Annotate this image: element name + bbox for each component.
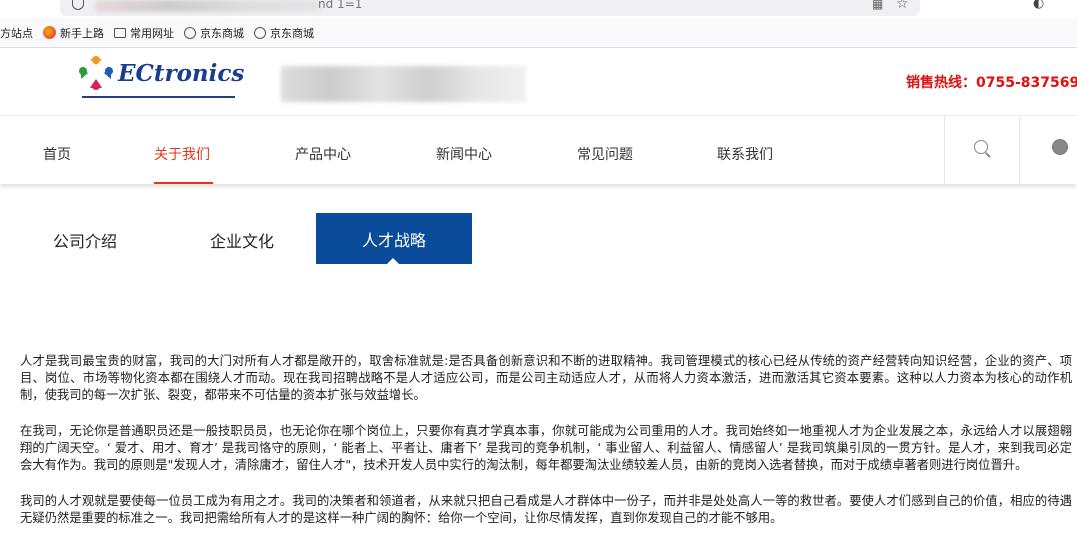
bookmark-item[interactable]: 常用网址 (114, 25, 174, 41)
extension-icon[interactable]: ◐ (1033, 0, 1044, 11)
bookmark-label: 京东商城 (200, 26, 244, 40)
tab-company-intro[interactable]: 公司介绍 (53, 228, 117, 252)
tab-talent-strategy[interactable]: 人才战略 (316, 213, 472, 265)
tab-label: 人才战略 (361, 230, 426, 250)
bookmark-label: 方站点 (0, 26, 33, 40)
bookmark-item[interactable]: 新手上路 (43, 25, 104, 41)
active-nav-indicator (154, 182, 213, 184)
bookmark-label: 京东商城 (270, 26, 314, 40)
divider (944, 116, 945, 185)
folder-icon (114, 27, 126, 38)
divider (1019, 116, 1020, 185)
qr-code-icon[interactable]: ▦ (872, 0, 883, 11)
bookmark-label: 常用网址 (130, 26, 174, 40)
paragraph: 我司的人才观就是要使每一位员工成为有用之才。我司的决策者和领道者，从来就只把自己… (20, 494, 1072, 525)
tab-corporate-culture[interactable]: 企业文化 (210, 228, 274, 252)
nav-faq[interactable]: 常见问题 (577, 144, 633, 164)
paragraph: 人才是我司最宝贵的财富，我司的大门对所有人才都是敞开的，取舍标准就是:是否具备创… (20, 354, 1072, 402)
sales-hotline: 销售热线：0755-837569 (906, 75, 1077, 91)
bookmark-item[interactable]: 方站点 (0, 25, 33, 41)
blurred-url (95, 0, 320, 12)
globe-icon (254, 26, 266, 39)
site-logo[interactable]: ECtronics (78, 55, 244, 91)
logo-underline (82, 96, 235, 98)
globe-language-icon[interactable] (1052, 139, 1068, 155)
article-content: 人才是我司最宝贵的财富，我司的大门对所有人才都是敞开的，取舍标准就是:是否具备创… (20, 353, 1072, 546)
nav-news[interactable]: 新闻中心 (436, 144, 492, 164)
globe-icon (184, 26, 196, 39)
paragraph: 在我司，无论你是普通职员还是一般技职员员，也无论你在哪个岗位上，只要你有真才学真… (20, 424, 1072, 472)
logo-mark-icon (79, 56, 113, 90)
nav-home[interactable]: 首页 (43, 144, 71, 164)
bookmark-star-icon[interactable]: ☆ (896, 0, 909, 12)
search-icon[interactable] (974, 140, 988, 154)
logo-text: ECtronics (118, 59, 245, 87)
bookmark-label: 新手上路 (60, 26, 104, 40)
bookmark-item[interactable]: 京东商城 (254, 25, 314, 41)
firefox-icon (43, 26, 56, 39)
bookmarks-bar: 方站点 新手上路 常用网址 京东商城 京东商城 (0, 18, 1077, 48)
nav-about[interactable]: 关于我们 (154, 144, 210, 164)
nav-products[interactable]: 产品中心 (295, 144, 351, 164)
main-nav: 首页 关于我们 产品中心 新闻中心 常见问题 联系我们 (0, 115, 1077, 185)
bookmark-item[interactable]: 京东商城 (184, 25, 244, 41)
nav-contact[interactable]: 联系我们 (717, 144, 773, 164)
url-text: nd 1=1 (318, 0, 363, 11)
blurred-slogan (281, 66, 526, 102)
